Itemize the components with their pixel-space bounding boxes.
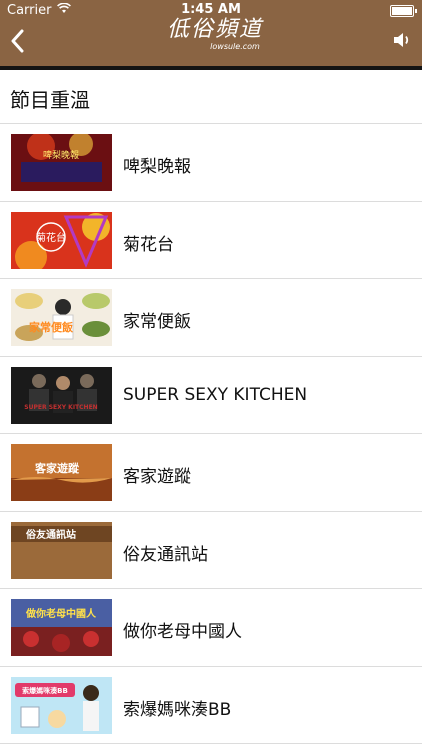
app-logo: 低俗頻道 lowsule.com <box>160 18 270 58</box>
program-row[interactable]: 索爆媽咪湊BB 索爆媽咪湊BB <box>0 667 422 744</box>
program-thumbnail: 客家遊蹤 <box>11 444 112 501</box>
program-title: 客家遊蹤 <box>123 467 191 487</box>
program-title: 菊花台 <box>123 234 174 255</box>
program-row[interactable]: 俗友通訊站 俗友通訊站 <box>0 512 422 589</box>
speaker-button[interactable] <box>390 26 414 54</box>
program-row[interactable]: 客家遊蹤 客家遊蹤 <box>0 434 422 512</box>
program-row[interactable]: 做你老母中國人 做你老母中國人 <box>0 589 422 667</box>
thumb-caption: 啤梨晚報 <box>43 149 79 161</box>
program-thumbnail: SUPER SEXY KITCHEN <box>11 366 112 424</box>
thumb-caption: 做你老母中國人 <box>25 607 97 620</box>
program-thumbnail: 做你老母中國人 <box>11 599 112 656</box>
status-time: 1:45 AM <box>181 2 241 17</box>
program-title: 家常便飯 <box>123 312 191 332</box>
program-title: 索爆媽咪湊BB <box>123 699 232 720</box>
program-thumbnail: 家常便飯 <box>11 289 112 346</box>
program-thumbnail: 菊花台 <box>11 211 112 269</box>
program-row[interactable]: 菊花台 菊花台 <box>0 202 422 279</box>
section-title: 節目重溫 <box>10 88 90 112</box>
program-list: 啤梨晚報 啤梨晚報 菊花台 菊花台 家常便飯 家常便飯 SUPER SEXY K… <box>0 123 422 744</box>
program-title: 俗友通訊站 <box>123 544 208 565</box>
program-title: 做你老母中國人 <box>123 622 242 642</box>
thumb-caption: 家常便飯 <box>29 320 73 334</box>
speaker-icon <box>394 33 409 47</box>
program-thumbnail: 索爆媽咪湊BB <box>11 676 112 734</box>
thumb-caption: 俗友通訊站 <box>25 528 76 541</box>
thumb-caption: 菊花台 <box>36 231 66 244</box>
program-row[interactable]: SUPER SEXY KITCHEN SUPER SEXY KITCHEN <box>0 357 422 434</box>
nav-bar: Carrier 1:45 AM 低俗頻道 lowsule.com <box>0 0 422 66</box>
program-title: 啤梨晚報 <box>123 157 191 177</box>
battery-icon <box>390 5 417 17</box>
logo-text: 低俗頻道 <box>166 17 263 42</box>
program-title: SUPER SEXY KITCHEN <box>123 384 308 405</box>
thumb-caption: SUPER SEXY KITCHEN <box>24 404 97 411</box>
program-row[interactable]: 家常便飯 家常便飯 <box>0 279 422 357</box>
thumb-caption: 索爆媽咪湊BB <box>22 686 68 695</box>
header-divider <box>0 66 422 70</box>
program-thumbnail: 啤梨晚報 <box>11 134 112 191</box>
program-row[interactable]: 啤梨晚報 啤梨晚報 <box>0 124 422 202</box>
logo-url: lowsule.com <box>210 42 260 51</box>
chevron-left-icon <box>11 29 24 53</box>
back-button[interactable] <box>6 24 28 58</box>
program-thumbnail: 俗友通訊站 <box>11 521 112 579</box>
thumb-caption: 客家遊蹤 <box>34 461 80 475</box>
